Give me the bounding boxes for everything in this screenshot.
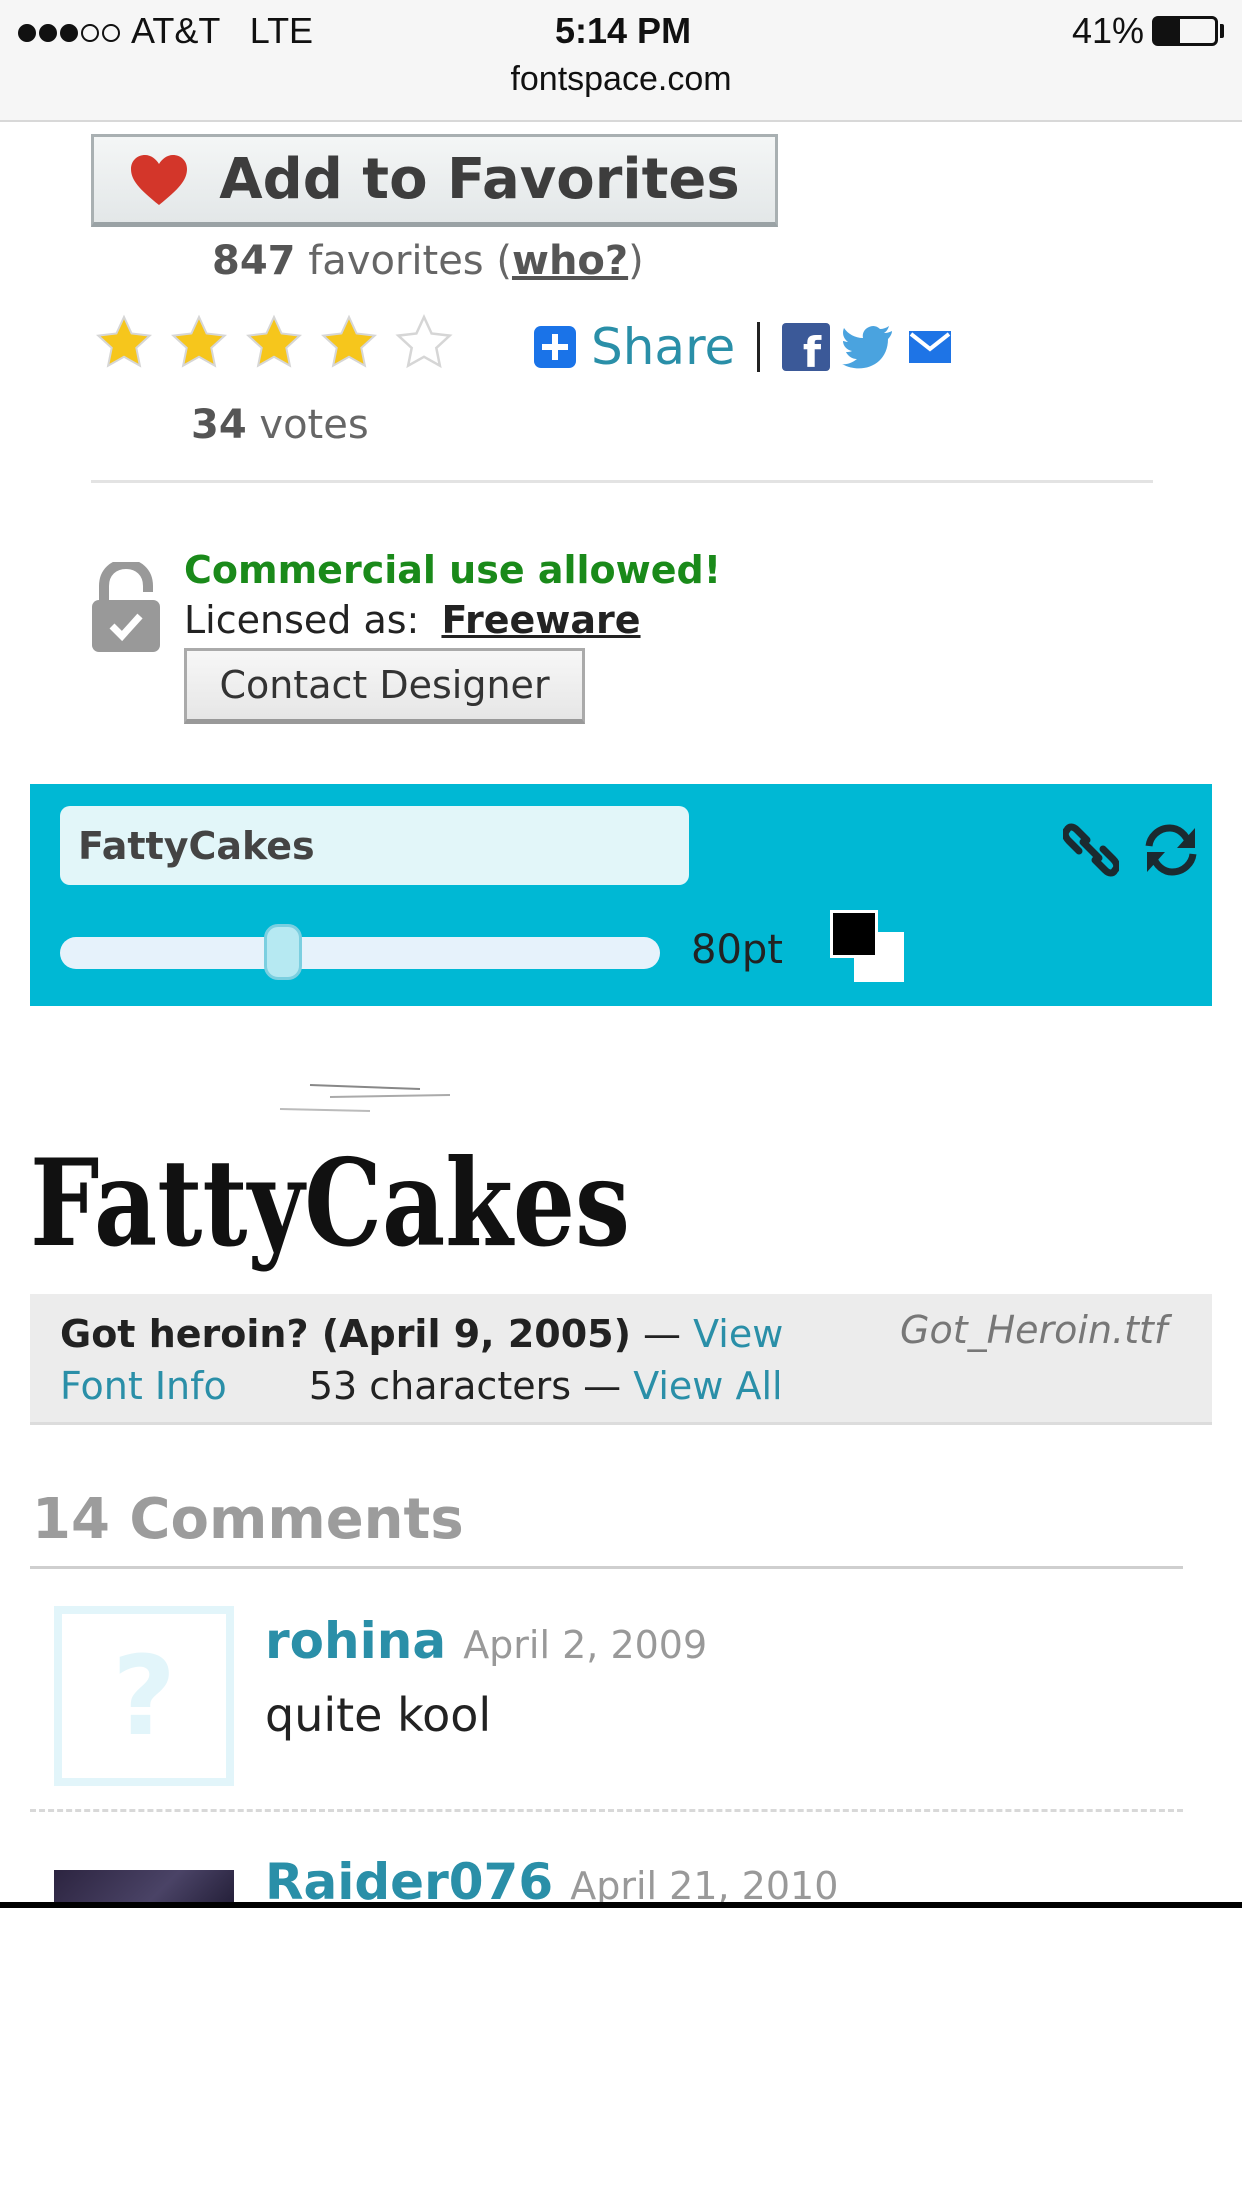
star-empty-icon[interactable] [394, 313, 454, 373]
refresh-icon[interactable] [1143, 822, 1199, 878]
view-font-info-part2[interactable]: Font Info [60, 1364, 227, 1408]
comment-date: April 2, 2009 [463, 1623, 708, 1667]
who-link[interactable]: who? [512, 238, 628, 284]
battery-icon [1152, 16, 1218, 46]
clock: 5:14 PM [555, 10, 692, 51]
signal-dot [39, 24, 57, 43]
svg-text:f: f [803, 328, 822, 371]
font-sample-image: FattyCakes [30, 1084, 630, 1274]
url-bar[interactable]: fontspace.com [0, 60, 1242, 99]
comment-header: Raider076 April 21, 2010 [265, 1853, 838, 1902]
favorites-text: favorites [308, 238, 484, 284]
carrier-label: AT&T [131, 10, 220, 51]
dash-separator: — [643, 1312, 682, 1356]
characters-count: 53 characters — [308, 1364, 622, 1408]
signal-dot [18, 24, 36, 43]
star-rating[interactable] [94, 313, 454, 373]
font-sample-text: FattyCakes [30, 1133, 630, 1274]
twitter-icon[interactable] [842, 325, 894, 369]
licensed-as-label: Licensed as: [184, 598, 420, 642]
votes-count: 34 [191, 402, 247, 448]
status-bar: AT&T LTE 5:14 PM 41% fontspace.com [0, 0, 1242, 122]
avatar[interactable]: ? [54, 1606, 234, 1786]
license-line: Licensed as: Freeware [184, 598, 641, 642]
plus-share-icon[interactable] [533, 325, 577, 369]
commercial-use-label: Commercial use allowed! [184, 548, 722, 592]
votes-label: votes [259, 402, 369, 448]
star-filled-icon[interactable] [244, 313, 304, 373]
signal-strength: AT&T LTE [18, 10, 313, 52]
network-label: LTE [249, 10, 314, 51]
avatar[interactable] [54, 1870, 234, 1902]
comment-date: April 21, 2010 [570, 1864, 839, 1902]
contact-designer-button[interactable]: Contact Designer [184, 648, 585, 724]
font-info-text: Got heroin? (April 9, 2005) — View Font I… [60, 1308, 870, 1412]
view-font-info-part1[interactable]: View [693, 1312, 783, 1356]
preview-text-input[interactable] [60, 806, 689, 885]
font-size-slider[interactable] [60, 937, 660, 969]
votes-line: 34 votes [191, 402, 369, 448]
signal-dot [102, 24, 120, 43]
comment-author-link[interactable]: rohina [265, 1612, 446, 1670]
share-divider [757, 322, 761, 372]
star-filled-icon[interactable] [319, 313, 379, 373]
foreground-color-swatch[interactable] [830, 910, 878, 958]
battery-fill [1155, 19, 1180, 43]
font-name-date: Got heroin? (April 9, 2005) [60, 1312, 631, 1356]
favorites-count-line: 847 favorites (who?) [212, 238, 644, 284]
lock-check-icon [92, 562, 160, 652]
share-bar: Share f [533, 318, 952, 376]
favorites-count: 847 [212, 238, 296, 284]
share-link[interactable]: Share [591, 318, 735, 376]
comment-author-link[interactable]: Raider076 [265, 1853, 553, 1902]
comments-rule [30, 1566, 1183, 1569]
comment-body: quite kool [265, 1688, 492, 1742]
email-icon[interactable] [908, 330, 952, 364]
section-divider [91, 480, 1153, 483]
font-size-slider-thumb[interactable] [264, 924, 302, 980]
font-file-name: Got_Heroin.ttf [900, 1308, 1168, 1352]
license-type-link[interactable]: Freeware [441, 598, 640, 642]
comment-header: rohina April 2, 2009 [265, 1612, 707, 1670]
viewport-edge [0, 1902, 1242, 1908]
battery-percent: 41% [1072, 10, 1145, 51]
comment-separator [30, 1809, 1183, 1812]
font-size-label: 80pt [691, 927, 783, 973]
heart-icon [131, 154, 188, 205]
favorites-button-label: Add to Favorites [219, 147, 740, 212]
font-sample-preview: FattyCakes [30, 1075, 630, 1275]
signal-dot [60, 24, 78, 43]
signal-dot [81, 24, 99, 43]
comments-heading: 14 Comments [32, 1487, 464, 1552]
star-filled-icon[interactable] [94, 313, 154, 373]
view-all-link[interactable]: View All [633, 1364, 782, 1408]
add-to-favorites-button[interactable]: Add to Favorites [91, 134, 778, 227]
battery-tip [1220, 24, 1224, 38]
link-icon[interactable] [1063, 822, 1119, 878]
facebook-icon[interactable]: f [782, 323, 831, 371]
question-mark-icon: ? [112, 1632, 176, 1760]
star-filled-icon[interactable] [169, 313, 229, 373]
